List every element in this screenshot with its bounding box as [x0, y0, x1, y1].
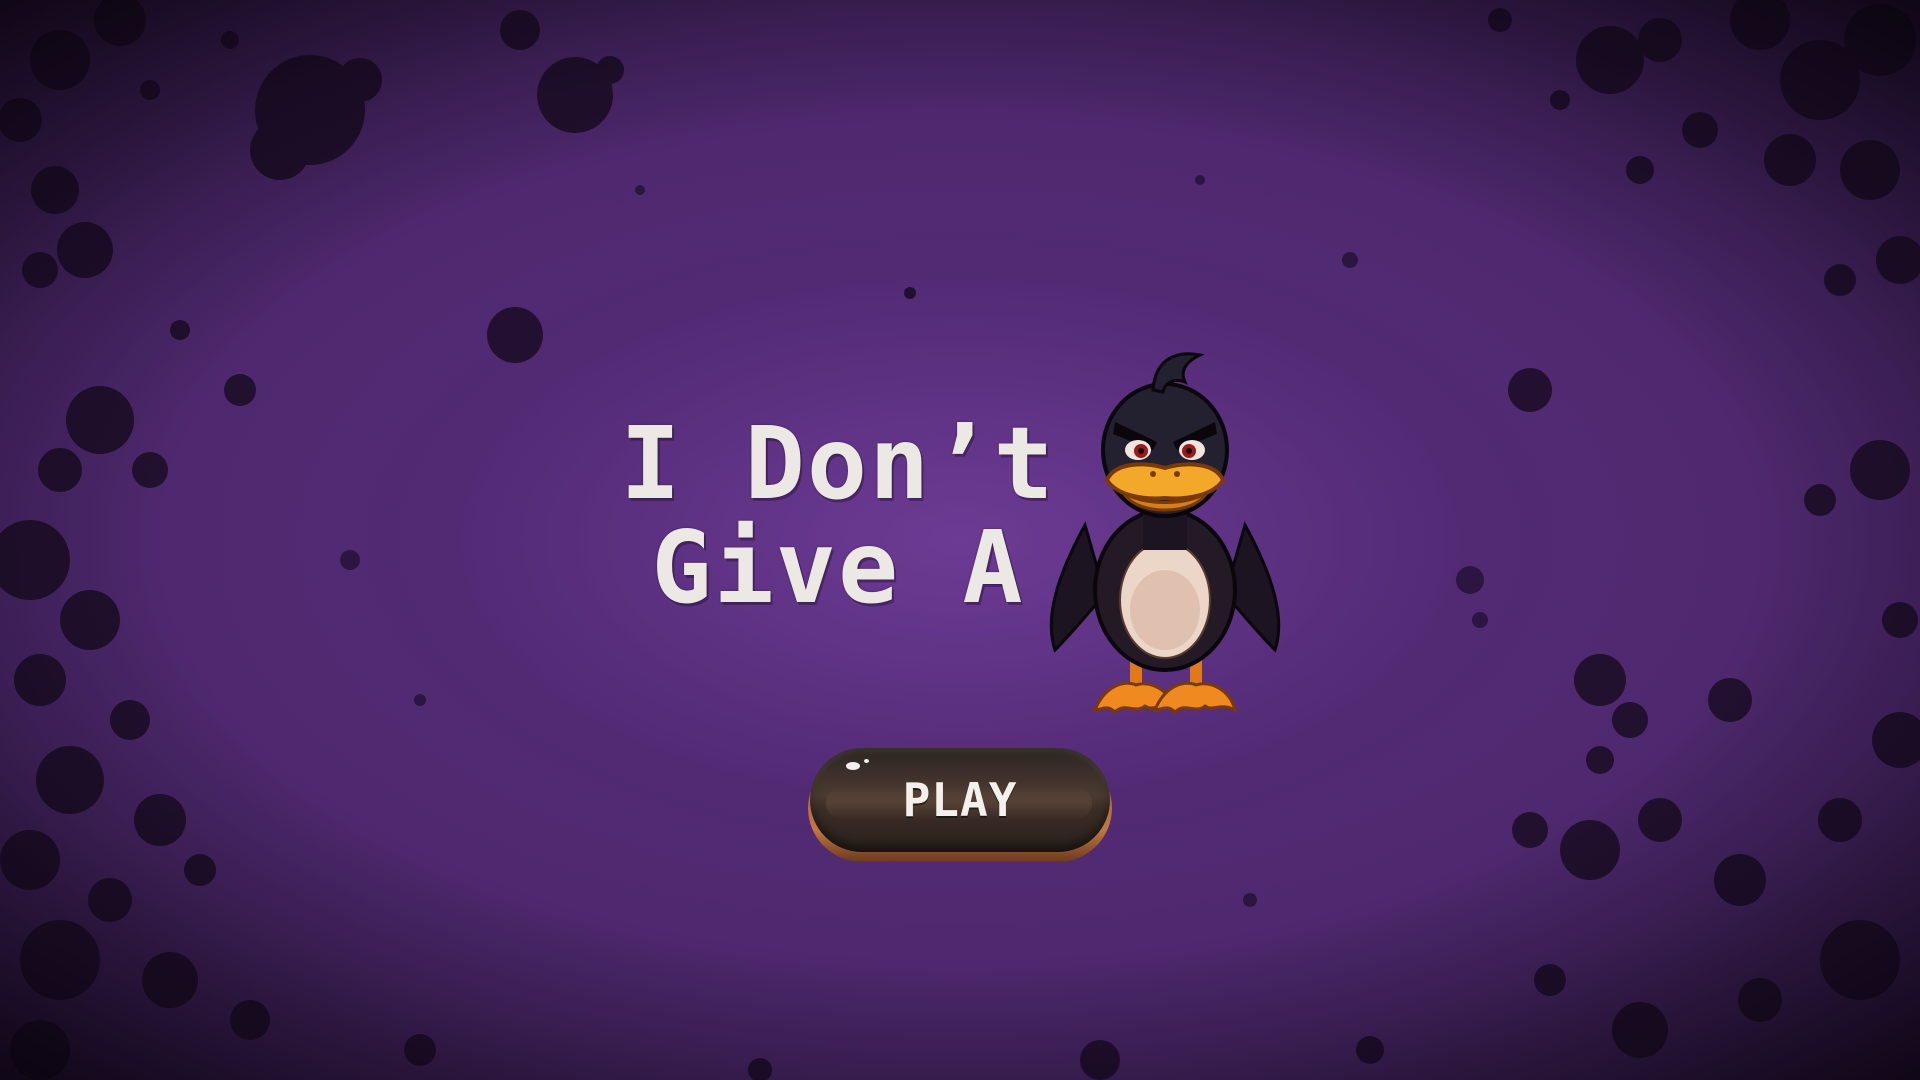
play-button-highlight [846, 762, 860, 770]
angry-duck-icon [1049, 352, 1281, 715]
game-title: I Don’t Give A [618, 412, 1058, 620]
title-line-1: I Don’t [620, 405, 1056, 522]
play-button-highlight-small [864, 759, 869, 763]
title-line-2: Give A [651, 509, 1025, 626]
play-button-label: PLAY [902, 773, 1018, 827]
play-button[interactable]: PLAY [808, 748, 1112, 862]
title-screen: I Don’t Give A PLAY [0, 0, 1920, 1080]
